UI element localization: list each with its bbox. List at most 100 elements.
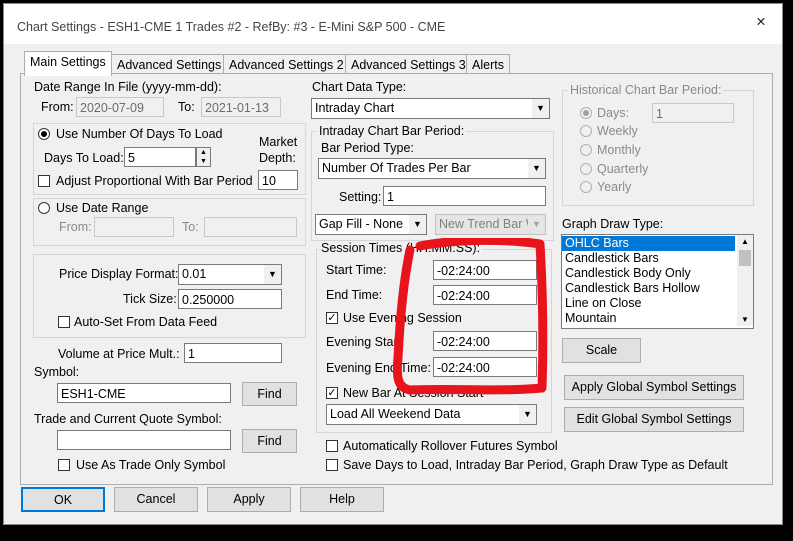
tab-alerts[interactable]: Alerts <box>466 54 510 75</box>
graph-draw-type-label: Graph Draw Type: <box>562 217 664 231</box>
use-days-label: Use Number Of Days To Load <box>56 127 223 141</box>
chevron-down-icon: ▼ <box>519 405 536 424</box>
chart-data-type-value: Intraday Chart <box>315 101 395 115</box>
tab-label: Alerts <box>472 58 504 72</box>
spin-up-icon[interactable]: ▲ <box>197 148 210 157</box>
tab-advanced-settings-2[interactable]: Advanced Settings 2 <box>223 54 350 75</box>
bar-period-type-label: Bar Period Type: <box>321 141 414 155</box>
trade-symbol-find-button[interactable]: Find <box>242 429 297 453</box>
apply-global-symbol-settings-button[interactable]: Apply Global Symbol Settings <box>564 375 744 400</box>
historical-weekly-radio <box>580 125 592 137</box>
adjust-proportional-checkbox[interactable] <box>38 175 50 187</box>
volume-mult-input[interactable]: 1 <box>184 343 282 363</box>
auto-set-checkbox[interactable] <box>58 316 70 328</box>
auto-rollover-label: Automatically Rollover Futures Symbol <box>343 439 558 453</box>
historical-monthly-radio <box>580 144 592 156</box>
weekend-data-select[interactable]: Load All Weekend Data ▼ <box>326 404 537 425</box>
close-icon[interactable]: ✕ <box>746 14 776 40</box>
days-to-load-label: Days To Load: <box>44 151 124 165</box>
volume-mult-label: Volume at Price Mult.: <box>58 347 180 361</box>
chart-data-type-label: Chart Data Type: <box>312 80 407 94</box>
end-time-label: End Time: <box>326 288 383 302</box>
historical-yearly-label: Yearly <box>597 180 632 194</box>
tab-advanced-settings-3[interactable]: Advanced Settings 3 <box>345 54 472 75</box>
setting-label: Setting: <box>339 190 382 204</box>
intraday-group-label: Intraday Chart Bar Period: <box>317 124 467 138</box>
market-depth-label-2: Depth: <box>259 151 296 165</box>
help-button[interactable]: Help <box>300 487 384 512</box>
price-format-select[interactable]: 0.01 ▼ <box>178 264 282 285</box>
use-date-range-radio[interactable] <box>38 202 50 214</box>
bar-period-type-value: Number Of Trades Per Bar <box>322 161 471 175</box>
list-scrollbar[interactable]: ▲ ▼ <box>737 235 753 326</box>
new-trend-bar-value: New Trend Bar W <box>439 217 538 231</box>
list-item[interactable]: Candlestick Bars Hollow <box>562 281 735 296</box>
days-to-load-input[interactable]: 5 <box>124 147 196 167</box>
chevron-down-icon: ▼ <box>528 159 545 178</box>
tab-advanced-settings[interactable]: Advanced Settings <box>111 54 228 75</box>
use-days-to-load-radio[interactable] <box>38 128 50 140</box>
new-bar-session-checkbox[interactable]: ✓ <box>326 387 338 399</box>
list-item[interactable]: Candlestick Bars <box>562 251 735 266</box>
price-format-value: 0.01 <box>182 267 207 281</box>
start-time-label: Start Time: <box>326 263 387 277</box>
tab-main-settings[interactable]: Main Settings <box>24 51 112 76</box>
trade-only-label: Use As Trade Only Symbol <box>76 458 226 472</box>
days-to-load-spinner[interactable]: ▲ ▼ <box>196 147 211 167</box>
list-item[interactable]: Candlestick Body Only <box>562 266 735 281</box>
auto-rollover-checkbox[interactable] <box>326 440 338 452</box>
ok-button[interactable]: OK <box>21 487 105 512</box>
historical-group-label: Historical Chart Bar Period: <box>568 83 724 97</box>
historical-quarterly-radio <box>580 163 592 175</box>
save-defaults-checkbox[interactable] <box>326 459 338 471</box>
scroll-down-icon[interactable]: ▼ <box>737 313 753 326</box>
weekend-data-value: Load All Weekend Data <box>330 407 461 421</box>
trade-only-checkbox[interactable] <box>58 459 70 471</box>
tab-label: Advanced Settings 2 <box>229 58 344 72</box>
to-label: To: <box>178 100 195 114</box>
tab-label: Advanced Settings 3 <box>351 58 466 72</box>
save-defaults-label: Save Days to Load, Intraday Bar Period, … <box>343 458 728 472</box>
market-depth-label-1: Market <box>259 135 298 149</box>
chevron-down-icon: ▼ <box>532 99 549 118</box>
historical-days-input: 1 <box>652 103 734 123</box>
trade-symbol-label: Trade and Current Quote Symbol: <box>34 412 222 426</box>
symbol-find-button[interactable]: Find <box>242 382 297 406</box>
tick-size-input[interactable]: 0.250000 <box>178 289 282 309</box>
tab-label: Main Settings <box>30 55 106 69</box>
range-to-field <box>204 217 297 237</box>
tab-label: Advanced Settings <box>117 58 222 72</box>
scroll-thumb[interactable] <box>739 250 751 266</box>
date-to-field: 2021-01-13 <box>201 97 281 117</box>
chart-data-type-select[interactable]: Intraday Chart ▼ <box>311 98 550 119</box>
list-item[interactable]: Mountain <box>562 311 735 326</box>
symbol-input[interactable]: ESH1-CME <box>57 383 231 403</box>
scroll-up-icon[interactable]: ▲ <box>737 235 753 248</box>
price-format-label: Price Display Format: <box>59 267 179 281</box>
tick-size-label: Tick Size: <box>123 292 177 306</box>
historical-quarterly-label: Quarterly <box>597 162 649 176</box>
bar-period-type-select[interactable]: Number Of Trades Per Bar ▼ <box>318 158 546 179</box>
list-item[interactable]: Line on Close <box>562 296 735 311</box>
evening-session-checkbox[interactable]: ✓ <box>326 312 338 324</box>
edit-global-symbol-settings-button[interactable]: Edit Global Symbol Settings <box>564 407 744 432</box>
range-to-label: To: <box>182 220 199 234</box>
trade-symbol-input[interactable] <box>57 430 231 450</box>
gap-fill-value: Gap Fill - None <box>319 217 404 231</box>
chevron-down-icon: ▼ <box>528 215 545 234</box>
scale-button[interactable]: Scale <box>562 338 641 363</box>
historical-monthly-label: Monthly <box>597 143 641 157</box>
window-title: Chart Settings - ESH1-CME 1 Trades #2 - … <box>17 20 446 34</box>
from-label: From: <box>41 100 74 114</box>
auto-set-label: Auto-Set From Data Feed <box>74 315 218 329</box>
cancel-button[interactable]: Cancel <box>114 487 198 512</box>
red-annotation-mark <box>392 238 548 395</box>
market-depth-input[interactable]: 10 <box>258 170 298 190</box>
gap-fill-select[interactable]: Gap Fill - None ▼ <box>315 214 427 235</box>
apply-button[interactable]: Apply <box>207 487 291 512</box>
spin-down-icon[interactable]: ▼ <box>197 157 210 166</box>
list-item[interactable]: OHLC Bars <box>562 236 735 251</box>
graph-draw-type-list[interactable]: OHLC Bars Candlestick Bars Candlestick B… <box>561 234 754 329</box>
setting-input[interactable]: 1 <box>383 186 546 206</box>
historical-weekly-label: Weekly <box>597 124 638 138</box>
